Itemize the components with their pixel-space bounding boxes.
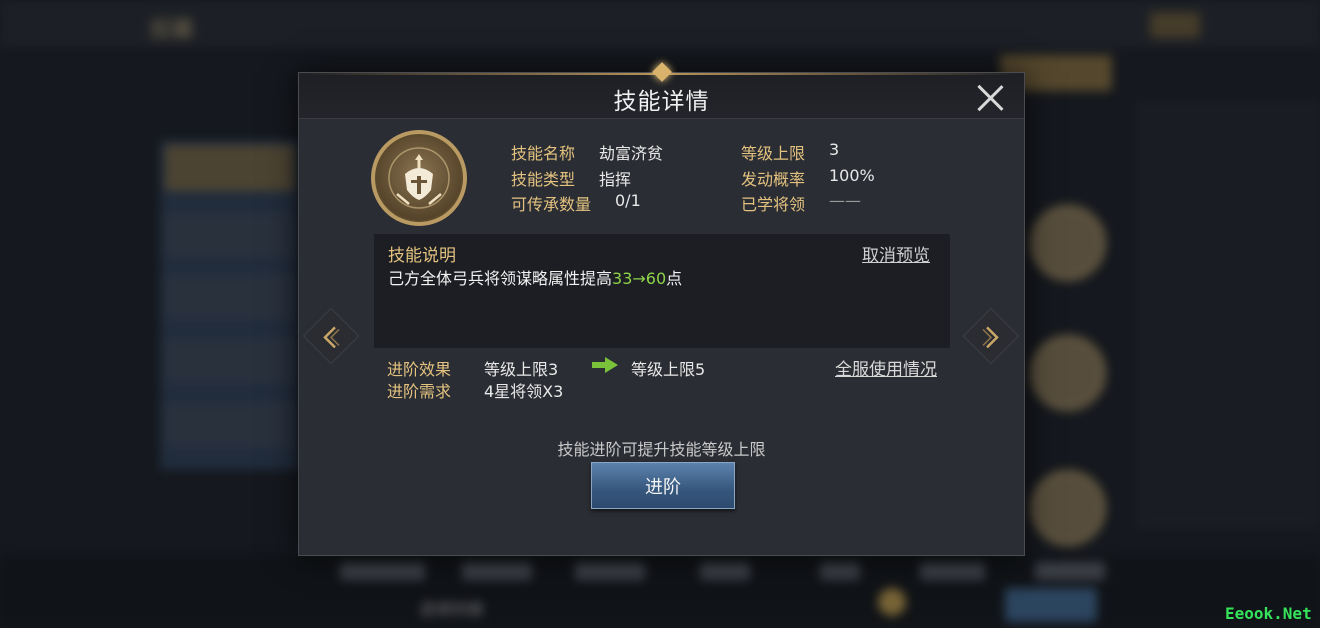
background-bottom-item — [700, 562, 750, 580]
learned-by-value: —— — [829, 191, 861, 210]
server-usage-link[interactable]: 全服使用情况 — [835, 355, 937, 380]
dialog-header: 技能详情 — [299, 62, 1024, 119]
background-coin-icon — [878, 588, 906, 616]
chevron-right-icon — [982, 326, 999, 349]
learned-by-label: 已学将领 — [741, 195, 806, 214]
advance-hint: 技能进阶可提升技能等级上限 — [557, 440, 766, 459]
trigger-rate-label: 发动概率 — [741, 170, 806, 189]
close-icon[interactable] — [975, 83, 1005, 113]
background-left-tab — [165, 212, 295, 258]
description-text-prefix: 己方全体弓兵将领谋略属性提高 — [388, 269, 613, 288]
background-title: 招募 — [150, 18, 195, 43]
background-left-tab — [165, 145, 295, 191]
inherit-count-label: 可传承数量 — [511, 195, 592, 214]
cancel-preview-link[interactable]: 取消预览 — [862, 241, 930, 266]
description-title: 技能说明 — [388, 246, 456, 266]
background-avatar — [1030, 205, 1106, 281]
dialog-title: 技能详情 — [613, 89, 710, 115]
advance-button[interactable]: 进阶 — [591, 462, 735, 509]
advance-effect-label: 进阶效果 — [387, 360, 452, 379]
background-bottom-label: 武将列表 — [420, 600, 485, 619]
skill-type-value: 指挥 — [599, 170, 632, 189]
background-bottom-item — [920, 562, 985, 580]
background-avatar — [1030, 335, 1106, 411]
advance-effect-from: 等级上限3 — [484, 360, 559, 379]
skill-description-box: 技能说明 取消预览 己方全体弓兵将领谋略属性提高33→60点 — [374, 234, 950, 348]
level-cap-value: 3 — [829, 140, 840, 159]
background-top-bar — [0, 0, 1320, 48]
background-avatar — [1030, 470, 1106, 546]
skill-type-label: 技能类型 — [511, 170, 576, 189]
background-left-tab — [165, 338, 295, 384]
description-text-suffix: 点 — [666, 269, 683, 288]
advance-requirement-label: 进阶需求 — [387, 382, 452, 401]
background-blue-button — [1005, 588, 1097, 622]
background-left-tab — [165, 402, 295, 448]
background-top-right-button — [1150, 12, 1200, 38]
background-bottom-item — [462, 562, 532, 580]
chevron-left-icon — [323, 326, 340, 349]
advance-requirement-value: 4星将领X3 — [484, 382, 564, 401]
next-skill-button[interactable] — [962, 307, 1020, 365]
inherit-count-value: 0/1 — [615, 191, 641, 210]
description-highlight-value: 33→60 — [612, 269, 667, 288]
background-bottom-bar — [0, 555, 1320, 628]
skill-detail-dialog: 技能详情 技能名称 劫富济贫 技能类型 指挥 可传承数量 0/1 等级上限 3 … — [298, 62, 1025, 556]
background-bottom-item — [575, 562, 645, 580]
description-text: 己方全体弓兵将领谋略属性提高33→60点 — [388, 265, 682, 289]
advance-effect-to: 等级上限5 — [631, 360, 706, 379]
background-left-tab — [165, 274, 295, 320]
trigger-rate-value: 100% — [829, 166, 875, 185]
skill-emblem-svg — [388, 147, 450, 209]
background-bottom-item — [820, 562, 860, 580]
background-bottom-item — [1035, 562, 1105, 580]
background-bottom-item — [340, 562, 425, 580]
level-cap-label: 等级上限 — [741, 144, 806, 163]
background-right-panel — [1135, 100, 1320, 530]
watermark: Eeook.Net — [1225, 604, 1312, 623]
green-arrow-right-icon — [592, 357, 618, 373]
skill-name-label: 技能名称 — [511, 144, 576, 163]
skill-name-value: 劫富济贫 — [599, 144, 664, 163]
prev-skill-button[interactable] — [302, 307, 360, 365]
shield-helmet-icon — [371, 130, 467, 226]
